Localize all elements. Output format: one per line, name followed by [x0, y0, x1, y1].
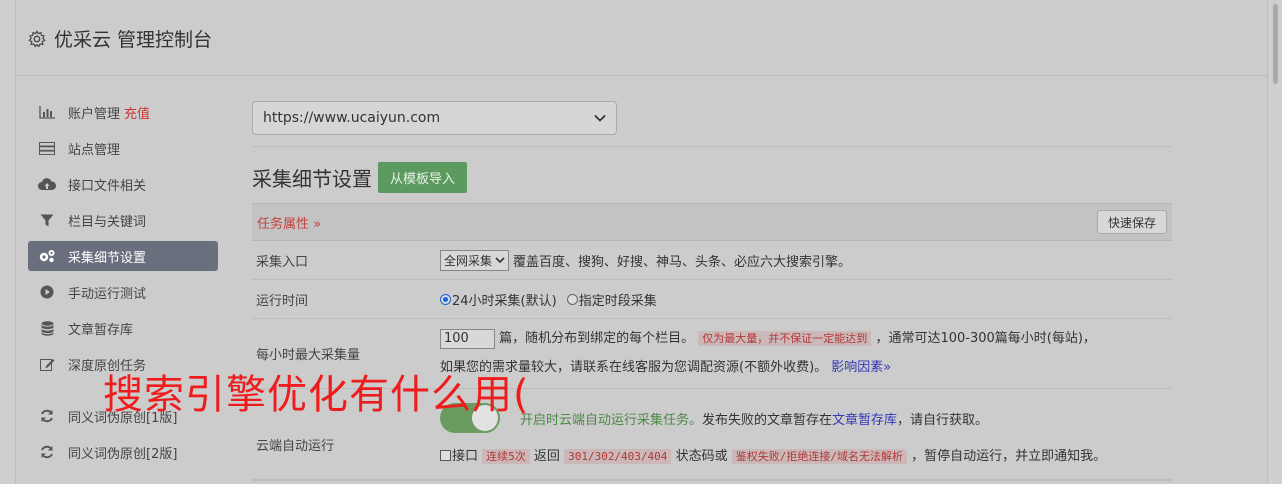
- cloud-text: 发布失败的文章暂存在: [702, 412, 833, 428]
- row-label: 采集入口: [256, 254, 309, 270]
- cloud-upload-icon: [38, 177, 56, 191]
- badge-5-times: 连续5次: [482, 449, 530, 464]
- sidebar-item-label: 手动运行测试: [68, 286, 147, 302]
- pause-checkbox[interactable]: [440, 450, 451, 461]
- pause-checkbox-label[interactable]: 接口: [452, 449, 478, 464]
- app-title-text: 优采云 管理控制台: [54, 29, 213, 51]
- sidebar-item-label: 采集细节设置: [68, 250, 147, 266]
- section-title: 采集细节设置: [252, 166, 372, 191]
- radio-scheduled-label[interactable]: 指定时段采集: [579, 290, 657, 309]
- row-value: 24小时采集(默认) 指定时段采集: [440, 280, 1172, 318]
- chevron-down-icon: [594, 110, 606, 126]
- site-select[interactable]: https://www.ucaiyun.com: [252, 101, 617, 135]
- sidebar-item-interface[interactable]: 接口文件相关: [28, 169, 218, 199]
- task-properties-bar: 任务属性 » 快速保存: [252, 203, 1172, 241]
- radio-24h[interactable]: [440, 293, 451, 305]
- entry-select[interactable]: 全网采集: [440, 249, 510, 271]
- import-template-button[interactable]: 从模板导入: [378, 161, 468, 193]
- gear-icon: [28, 29, 46, 47]
- radio-24h-label[interactable]: 24小时采集(默认): [452, 290, 557, 309]
- page-title: 优采云 管理控制台: [28, 25, 212, 52]
- database-icon: [38, 320, 56, 336]
- factors-link[interactable]: 影响因素»: [831, 360, 891, 375]
- sidebar-item-label: 栏目与关键词: [68, 214, 147, 230]
- sidebar-item-keywords[interactable]: 栏目与关键词: [28, 205, 218, 235]
- filter-icon: [38, 213, 56, 227]
- max-text-1: 篇，随机分布到绑定的每个栏目。: [499, 331, 695, 346]
- sidebar-item-collect-settings[interactable]: 采集细节设置: [28, 241, 218, 271]
- scrollbar[interactable]: [1273, 4, 1278, 480]
- overlay-caption: 搜索引擎优化有什么用(: [103, 372, 530, 418]
- server-icon: [38, 141, 56, 155]
- badge-auth-failures: 鉴权失败/拒绝连接/域名无法解析: [731, 449, 907, 464]
- edit-icon: [38, 357, 56, 371]
- gears-icon: [38, 249, 56, 263]
- refresh-icon: [38, 409, 56, 423]
- cloud-status-text: 开启时云端自动运行采集任务。: [520, 412, 703, 428]
- max-text-2: ，通常可达100-300篇每小时(每站)，: [875, 331, 1096, 346]
- sidebar-item-manual-test[interactable]: 手动运行测试: [28, 277, 218, 307]
- play-circle-icon: [38, 285, 56, 299]
- site-select-value: https://www.ucaiyun.com: [263, 110, 441, 126]
- text-returns: 返回: [533, 449, 560, 464]
- sidebar-item-article-storage[interactable]: 文章暂存库: [28, 313, 218, 343]
- task-properties-toggle[interactable]: 任务属性 »: [257, 213, 321, 232]
- sidebar-item-sites[interactable]: 站点管理: [28, 133, 218, 163]
- radio-scheduled[interactable]: [566, 293, 578, 305]
- sidebar-item-label: 文章暂存库: [68, 322, 134, 338]
- article-storage-link[interactable]: 文章暂存库: [832, 409, 897, 428]
- main-panel: https://www.ucaiyun.com 采集细节设置 从模板导入 任务属…: [252, 101, 1172, 481]
- sidebar-item-synonym-v2[interactable]: 同义词伪原创[2版]: [28, 437, 218, 467]
- scrollbar-thumb[interactable]: [1273, 4, 1278, 84]
- text-pause-notify: ，暂停自动运行，并立即通知我。: [911, 449, 1107, 464]
- divider: [252, 146, 1172, 147]
- max-per-hour-input[interactable]: 100: [440, 329, 495, 349]
- sidebar-item-account[interactable]: 账户管理 充值: [28, 97, 218, 127]
- sidebar-item-label: 账户管理: [68, 106, 121, 122]
- settings-row-runtime: 运行时间 24小时采集(默认) 指定时段采集: [252, 280, 1172, 319]
- row-value: 开启时云端自动运行采集任务。 发布失败的文章暂存在 文章暂存库 ，请自行获取。 …: [440, 389, 1172, 479]
- sidebar-item-label: 接口文件相关: [68, 178, 147, 194]
- row-label: 运行时间: [256, 293, 309, 309]
- quick-save-button[interactable]: 快速保存: [1096, 210, 1167, 234]
- entry-select-value: 全网采集: [444, 253, 493, 268]
- max-warning-badge: 仅为最大量，并不保证一定能达到: [698, 331, 872, 346]
- bar-chart-icon: [38, 105, 56, 119]
- row-value: 100 篇，随机分布到绑定的每个栏目。 仅为最大量，并不保证一定能达到 ，通常可…: [440, 319, 1172, 388]
- badge-status-codes: 301/302/403/404: [564, 449, 672, 464]
- row-value: 全网采集 覆盖百度、搜狗、好搜、神马、头条、必应六大搜索引擎。: [440, 241, 1172, 279]
- cloud-text-2: ，请自行获取。: [897, 412, 989, 428]
- header-bar: 优采云 管理控制台: [15, 0, 1268, 76]
- entry-description: 覆盖百度、搜狗、好搜、神马、头条、必应六大搜索引擎。: [513, 254, 852, 270]
- sidebar-item-label: 同义词伪原创[2版]: [68, 446, 178, 462]
- sidebar-item-label: 站点管理: [68, 142, 121, 158]
- section-header: 采集细节设置 从模板导入: [252, 161, 1172, 193]
- text-status-or: 状态码或: [675, 449, 728, 464]
- refresh-icon: [38, 445, 56, 459]
- recharge-link[interactable]: 充值: [124, 103, 150, 122]
- settings-row-entry: 采集入口 全网采集 覆盖百度、搜狗、好搜、神马、头条、必应六大搜索引擎。: [252, 241, 1172, 280]
- chevron-down-icon: [495, 256, 505, 263]
